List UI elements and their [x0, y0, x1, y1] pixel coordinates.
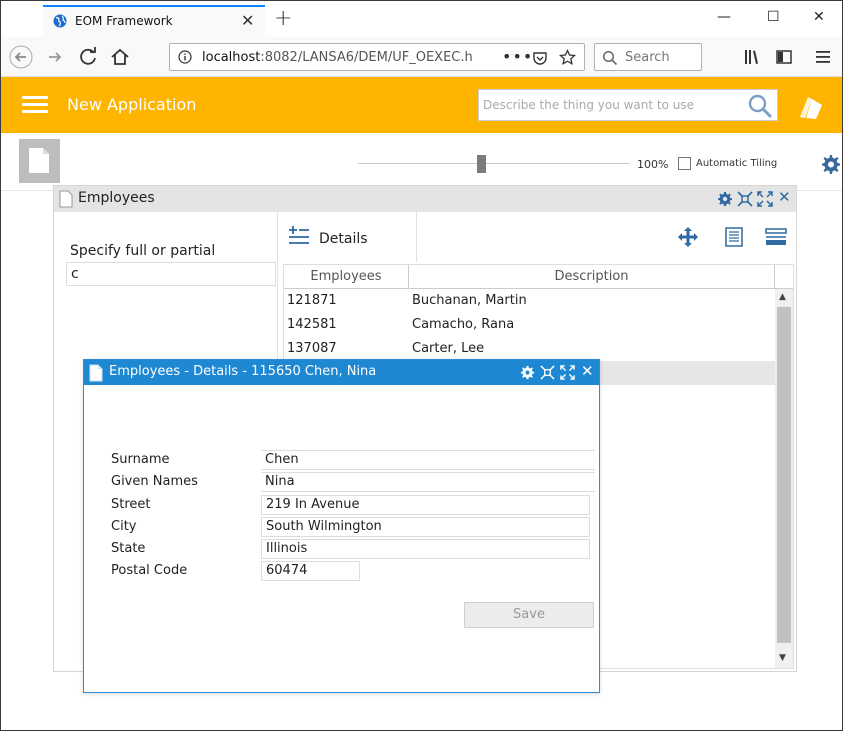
details-toolbar: Details	[278, 212, 796, 262]
sidebar-icon[interactable]	[775, 48, 793, 66]
toolbar-separator	[416, 212, 417, 262]
app-header: New Application Describe the thing you w…	[1, 77, 842, 133]
row-employee-id: 142581	[287, 317, 337, 332]
grid-header: Employees Description	[284, 265, 793, 289]
column-header-description[interactable]: Description	[409, 265, 775, 289]
surname-search-input[interactable]: c	[66, 262, 276, 286]
details-label[interactable]: Details	[319, 231, 368, 247]
browser-tab[interactable]: EOM Framework ✕	[43, 5, 265, 37]
city-label: City	[111, 519, 137, 534]
zoom-slider-handle[interactable]	[477, 155, 486, 173]
maximize-icon[interactable]: ☐	[767, 9, 780, 25]
stacked-view-icon[interactable]	[765, 226, 787, 248]
table-row[interactable]: 142581 Camacho, Rana	[284, 313, 775, 337]
scrollbar-thumb[interactable]	[777, 307, 791, 643]
document-icon	[59, 190, 73, 208]
url-text: localhost:8082/LANSA6/DEM/UF_OEXEC.ht	[202, 50, 472, 65]
browser-search-box[interactable]: Search	[594, 43, 702, 71]
restore-icon[interactable]	[737, 191, 753, 207]
document-icon	[29, 148, 49, 173]
navigation-bar: localhost:8082/LANSA6/DEM/UF_OEXEC.ht ••…	[1, 37, 842, 77]
given-names-field[interactable]: Nina	[261, 472, 595, 492]
reload-icon[interactable]	[77, 45, 101, 69]
url-bar[interactable]: localhost:8082/LANSA6/DEM/UF_OEXEC.ht ••…	[169, 43, 585, 71]
state-field[interactable]: Illinois	[261, 539, 590, 559]
browser-search-placeholder: Search	[625, 50, 670, 65]
surname-label: Surname	[111, 452, 170, 467]
automatic-tiling-checkbox[interactable]	[678, 157, 691, 170]
postal-code-label: Postal Code	[111, 563, 188, 578]
pocket-icon[interactable]	[532, 50, 548, 66]
grid-scrollbar[interactable]: ▲ ▼	[775, 289, 793, 668]
gear-icon[interactable]	[717, 191, 733, 207]
tab-title: EOM Framework	[75, 14, 173, 28]
search-icon	[602, 50, 618, 66]
row-employee-id: 137087	[287, 341, 337, 356]
maximize-icon[interactable]	[757, 191, 773, 207]
app-toolbar: 100% Automatic Tiling	[1, 133, 842, 191]
app-search-placeholder: Describe the thing you want to use	[483, 98, 695, 112]
street-field[interactable]: 219 In Avenue	[261, 495, 590, 515]
home-icon[interactable]	[108, 45, 132, 69]
table-row[interactable]: 137087 Carter, Lee	[284, 337, 775, 361]
new-tab-icon[interactable]: +	[274, 6, 292, 31]
forward-icon[interactable]	[43, 45, 67, 69]
move-icon[interactable]	[677, 226, 699, 248]
document-icon	[89, 364, 103, 382]
employees-panel-header: Employees ✕	[54, 186, 796, 212]
search-icon[interactable]	[747, 93, 773, 119]
app-logo-icon	[800, 97, 822, 119]
row-employee-name: Carter, Lee	[412, 341, 485, 356]
close-icon[interactable]: ✕	[778, 188, 791, 206]
zoom-slider-track[interactable]	[358, 163, 630, 164]
minimize-icon[interactable]: —	[717, 9, 731, 25]
employee-details-window: Employees - Details - 115650 Chen, Nina …	[83, 359, 600, 693]
page-actions-icon[interactable]: •••	[502, 47, 533, 66]
city-field[interactable]: South Wilmington	[261, 517, 590, 537]
gear-icon[interactable]	[520, 365, 535, 380]
menu-icon[interactable]	[815, 48, 831, 66]
postal-code-field[interactable]: 60474	[261, 561, 360, 581]
close-window-icon[interactable]: ✕	[813, 9, 825, 25]
scroll-down-icon[interactable]: ▼	[779, 653, 786, 663]
library-icon[interactable]	[743, 48, 761, 66]
close-icon[interactable]: ✕	[581, 362, 594, 380]
details-window-title: Employees - Details - 115650 Chen, Nina	[109, 364, 377, 379]
details-add-icon[interactable]	[288, 226, 310, 246]
column-header-employees[interactable]: Employees	[284, 265, 409, 289]
zoom-value: 100%	[637, 158, 669, 171]
automatic-tiling-label: Automatic Tiling	[696, 158, 778, 169]
row-employee-name: Buchanan, Martin	[412, 293, 527, 308]
close-tab-icon[interactable]: ✕	[241, 11, 254, 30]
browser-window: EOM Framework ✕ + — ☐ ✕ localhost:8082/L…	[0, 0, 843, 731]
globe-icon	[53, 14, 67, 28]
app-search-input[interactable]: Describe the thing you want to use	[478, 89, 778, 121]
row-employee-id: 121871	[287, 293, 337, 308]
info-icon[interactable]	[178, 50, 192, 64]
list-view-icon[interactable]	[723, 226, 745, 248]
table-row[interactable]: 121871 Buchanan, Martin	[284, 289, 775, 313]
maximize-icon[interactable]	[560, 365, 575, 380]
street-label: Street	[111, 497, 151, 512]
document-tile[interactable]	[19, 139, 60, 183]
save-button[interactable]: Save	[464, 602, 594, 628]
surname-field[interactable]: Chen	[261, 450, 595, 470]
given-names-label: Given Names	[111, 474, 198, 489]
hamburger-menu-icon[interactable]	[22, 96, 48, 114]
back-icon[interactable]	[9, 45, 33, 69]
employees-panel-title: Employees	[78, 190, 155, 206]
details-window-header[interactable]: Employees - Details - 115650 Chen, Nina …	[84, 360, 599, 385]
row-employee-name: Camacho, Rana	[412, 317, 515, 332]
bookmark-star-icon[interactable]	[559, 49, 576, 66]
app-title: New Application	[67, 95, 197, 114]
state-label: State	[111, 541, 146, 556]
tab-bar: EOM Framework ✕ + — ☐ ✕	[1, 1, 842, 37]
gear-icon[interactable]	[819, 153, 841, 175]
restore-icon[interactable]	[540, 365, 555, 380]
scroll-up-icon[interactable]: ▲	[779, 292, 786, 302]
